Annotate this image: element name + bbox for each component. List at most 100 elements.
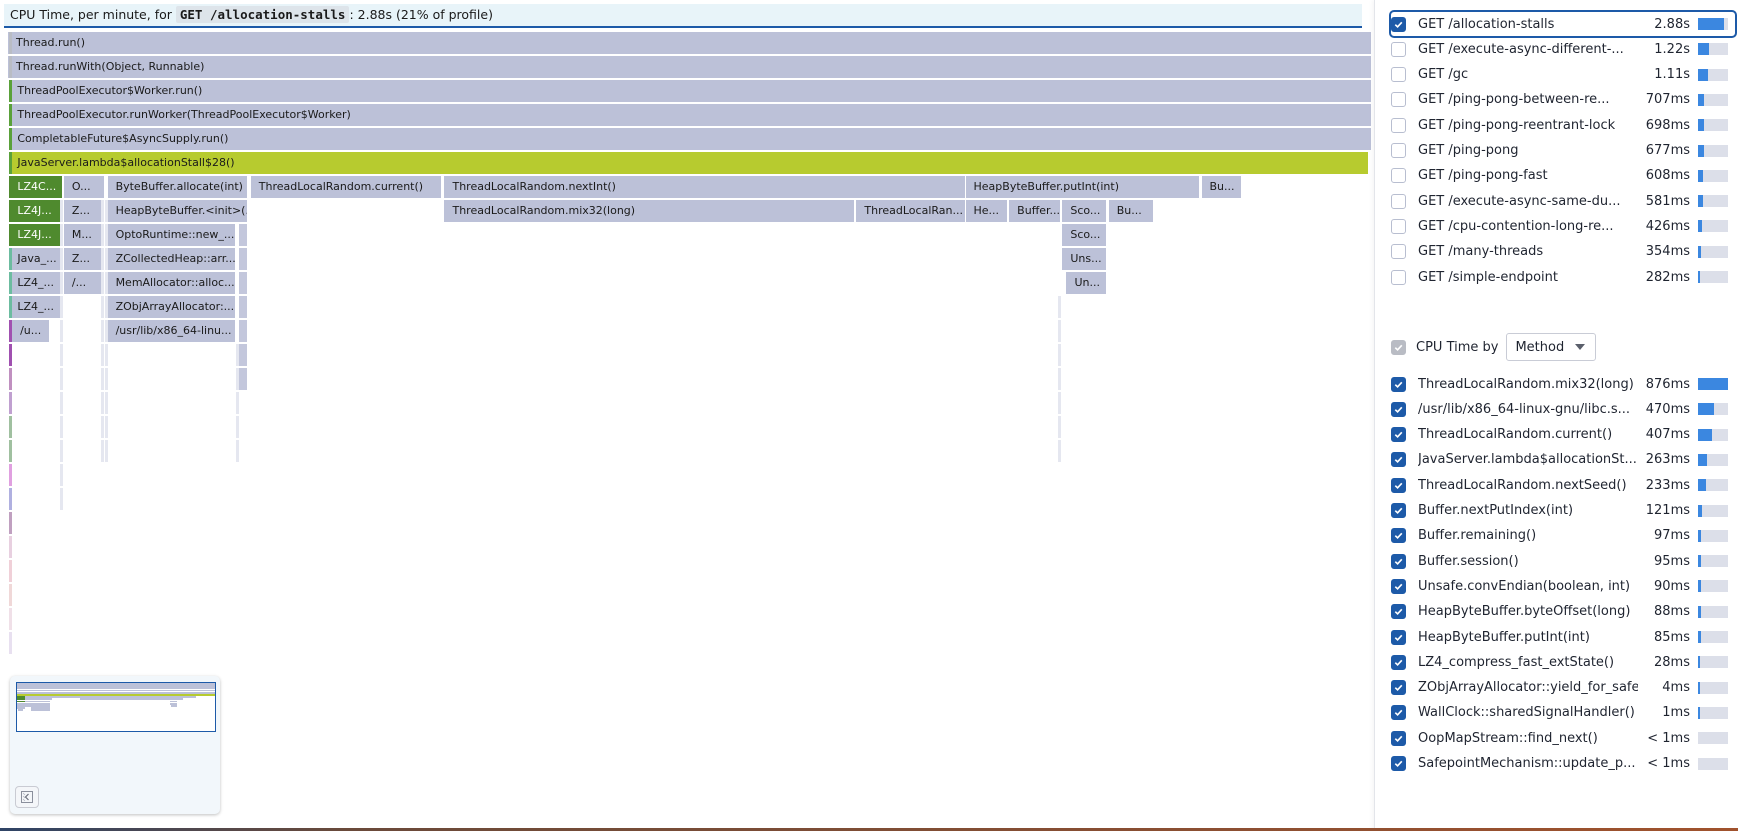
- filter-checkbox[interactable]: [1391, 629, 1406, 645]
- minimap-collapse-button[interactable]: [15, 786, 39, 808]
- method-filter-item[interactable]: WallClock::sharedSignalHandler() 1ms: [1391, 701, 1735, 725]
- method-filter-item[interactable]: JavaServer.lambda$allocationSt... 263ms: [1391, 448, 1735, 472]
- flame-frame[interactable]: MemAllocator::alloc...: [107, 272, 236, 294]
- filter-checkbox[interactable]: [1391, 41, 1406, 57]
- filter-checkbox[interactable]: [1391, 578, 1406, 594]
- method-filter-item[interactable]: ThreadLocalRandom.mix32(long) 876ms: [1391, 372, 1735, 396]
- flame-frame[interactable]: ThreadLocalRandom.mix32(long): [444, 200, 856, 222]
- filter-checkbox[interactable]: [1391, 143, 1406, 158]
- method-filter-item[interactable]: ZObjArrayAllocator::yield_for_safe... 4ms: [1391, 676, 1735, 700]
- method-filter-item[interactable]: LZ4_compress_fast_extState() 28ms: [1391, 650, 1735, 674]
- flame-frame[interactable]: HeapByteBuffer.putInt(int): [965, 176, 1201, 198]
- flame-frame[interactable]: Uns...: [1062, 248, 1108, 270]
- flame-frame[interactable]: O...: [63, 176, 105, 198]
- filter-checkbox[interactable]: [1391, 244, 1406, 260]
- flame-frame[interactable]: Z...: [63, 200, 105, 222]
- flame-frame[interactable]: Bu...: [1108, 200, 1154, 222]
- flame-frame[interactable]: LZ4_...: [9, 296, 63, 318]
- endpoint-filter-item[interactable]: GET /gc 1.11s: [1391, 63, 1735, 87]
- flame-frame-narrow[interactable]: [238, 344, 247, 366]
- filter-checkbox[interactable]: [1391, 16, 1406, 32]
- filter-checkbox[interactable]: [1391, 553, 1406, 569]
- endpoint-filter-item[interactable]: GET /many-threads 354ms: [1391, 240, 1735, 264]
- endpoint-filter-item[interactable]: GET /allocation-stalls 2.88s: [1389, 10, 1737, 38]
- filter-checkbox[interactable]: [1391, 376, 1406, 392]
- flame-frame[interactable]: /usr/lib/x86_64-linu...: [107, 320, 236, 342]
- filter-checkbox[interactable]: [1391, 680, 1406, 696]
- flame-frame-narrow[interactable]: [238, 224, 247, 246]
- flame-frame[interactable]: JavaServer.lambda$allocationStall$28(): [9, 152, 1370, 174]
- filter-checkbox[interactable]: [1391, 654, 1406, 670]
- endpoint-filter-item[interactable]: GET /execute-async-same-du... 581ms: [1391, 189, 1735, 213]
- flame-frame[interactable]: CompletableFuture$AsyncSupply.run(): [9, 128, 1372, 150]
- filter-checkbox[interactable]: [1391, 730, 1406, 746]
- method-filter-item[interactable]: OopMapStream::find_next() < 1ms: [1391, 726, 1735, 750]
- endpoint-filter-item[interactable]: GET /ping-pong 677ms: [1391, 139, 1735, 163]
- endpoint-filter-item[interactable]: GET /execute-async-different-... 1.22s: [1391, 37, 1735, 61]
- filter-checkbox[interactable]: [1391, 401, 1406, 417]
- filter-checkbox[interactable]: [1391, 604, 1406, 620]
- flame-frame[interactable]: ThreadPoolExecutor$Worker.run(): [9, 80, 1372, 102]
- group-by-checkbox[interactable]: [1391, 339, 1406, 355]
- filter-checkbox[interactable]: [1391, 193, 1406, 209]
- flame-frame-narrow[interactable]: [238, 368, 247, 390]
- method-filter-item[interactable]: ThreadLocalRandom.nextSeed() 233ms: [1391, 473, 1735, 497]
- method-filter-item[interactable]: Buffer.remaining() 97ms: [1391, 524, 1735, 548]
- method-filter-item[interactable]: /usr/lib/x86_64-linux-gnu/libc.s... 470ms: [1391, 397, 1735, 421]
- filter-checkbox[interactable]: [1391, 92, 1406, 108]
- flame-frame[interactable]: He...: [965, 200, 1008, 222]
- filter-checkbox[interactable]: [1391, 168, 1406, 184]
- filter-checkbox[interactable]: [1391, 452, 1406, 468]
- filter-checkbox[interactable]: [1391, 427, 1406, 443]
- flame-frame[interactable]: Thread.run(): [8, 32, 1372, 54]
- flame-frame[interactable]: Thread.runWith(Object, Runnable): [8, 56, 1372, 78]
- filter-checkbox[interactable]: [1391, 67, 1406, 83]
- flame-frame[interactable]: Z...: [63, 248, 105, 270]
- method-filter-item[interactable]: Buffer.nextPutIndex(int) 121ms: [1391, 499, 1735, 523]
- method-filter-item[interactable]: Buffer.session() 95ms: [1391, 549, 1735, 573]
- method-filter-item[interactable]: HeapByteBuffer.byteOffset(long) 88ms: [1391, 600, 1735, 624]
- method-filter-item[interactable]: Unsafe.convEndian(boolean, int) 90ms: [1391, 574, 1735, 598]
- method-filter-item[interactable]: SafepointMechanism::update_p... < 1ms: [1391, 752, 1735, 776]
- method-filter-item[interactable]: ThreadLocalRandom.current() 407ms: [1391, 423, 1735, 447]
- flame-frame[interactable]: ThreadLocalRandom.current(): [250, 176, 442, 198]
- filter-checkbox[interactable]: [1391, 477, 1406, 493]
- filter-checkbox[interactable]: [1391, 756, 1406, 771]
- endpoint-filter-item[interactable]: GET /simple-endpoint 282ms: [1391, 265, 1735, 289]
- flame-frame[interactable]: ByteBuffer.allocate(int): [107, 176, 249, 198]
- flame-frame-narrow[interactable]: [238, 320, 247, 342]
- flame-frame[interactable]: ThreadLocalRan...: [856, 200, 966, 222]
- flame-frame[interactable]: Un...: [1066, 272, 1108, 294]
- filter-checkbox[interactable]: [1391, 269, 1406, 285]
- flame-frame[interactable]: Sco...: [1062, 224, 1108, 246]
- flame-frame[interactable]: ZCollectedHeap::arr...: [107, 248, 236, 270]
- flame-frame[interactable]: HeapByteBuffer.<init>(...: [107, 200, 249, 222]
- endpoint-filter-item[interactable]: GET /ping-pong-fast 608ms: [1391, 164, 1735, 188]
- flame-frame-narrow[interactable]: [238, 296, 247, 318]
- filter-checkbox[interactable]: [1391, 503, 1406, 518]
- endpoint-filter-item[interactable]: GET /cpu-contention-long-re... 426ms: [1391, 214, 1735, 238]
- flame-frame[interactable]: Buffer...: [1009, 200, 1061, 222]
- flame-frame[interactable]: LZ4J...: [9, 200, 63, 222]
- flame-frame[interactable]: /...: [63, 272, 105, 294]
- endpoint-filter-item[interactable]: GET /ping-pong-reentrant-lock 698ms: [1391, 113, 1735, 137]
- filter-checkbox[interactable]: [1391, 117, 1406, 133]
- flame-graph[interactable]: Thread.run() Thread.runWith(Object, Runna…: [0, 32, 1372, 672]
- flame-frame[interactable]: OptoRuntime::new_...: [107, 224, 236, 246]
- flame-frame[interactable]: ThreadLocalRandom.nextInt(): [444, 176, 966, 198]
- flame-frame[interactable]: LZ4C...: [9, 176, 63, 198]
- endpoint-filter-item[interactable]: GET /ping-pong-between-re... 707ms: [1391, 88, 1735, 112]
- flame-frame[interactable]: ThreadPoolExecutor.runWorker(ThreadPoolE…: [9, 104, 1372, 126]
- flame-frame[interactable]: Sco...: [1062, 200, 1108, 222]
- filter-checkbox[interactable]: [1391, 528, 1406, 544]
- group-by-select[interactable]: Method: [1506, 333, 1597, 361]
- flame-frame[interactable]: M...: [63, 224, 105, 246]
- flame-frame[interactable]: Java_...: [9, 248, 63, 270]
- minimap-viewport[interactable]: [16, 682, 216, 732]
- flame-frame[interactable]: Bu...: [1201, 176, 1243, 198]
- flame-frame[interactable]: LZ4J...: [9, 224, 63, 246]
- flame-frame[interactable]: LZ4_...: [9, 272, 63, 294]
- filter-checkbox[interactable]: [1391, 218, 1406, 234]
- method-filter-item[interactable]: HeapByteBuffer.putInt(int) 85ms: [1391, 625, 1735, 649]
- filter-checkbox[interactable]: [1391, 705, 1406, 721]
